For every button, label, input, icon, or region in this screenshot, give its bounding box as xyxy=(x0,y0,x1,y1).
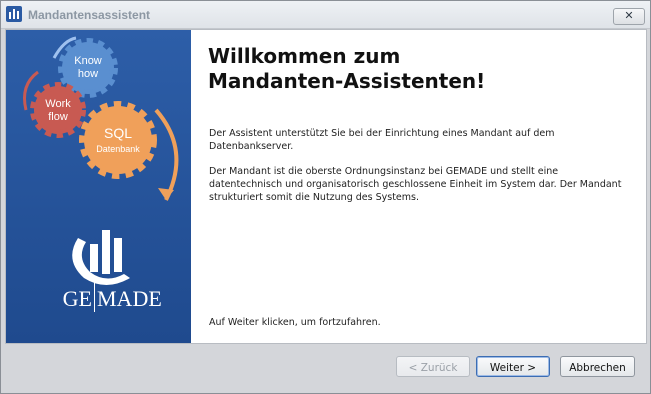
wizard-heading: Willkommen zum Mandanten-Assistenten! xyxy=(208,44,628,94)
app-icon xyxy=(6,6,22,22)
sidebar-banner: Know how Work flow SQL Datenbank GE MADE xyxy=(6,30,191,343)
intro-text: Der Assistent unterstützt Sie bei der Ei… xyxy=(209,128,555,152)
description-text: Der Mandant ist die oberste Ordnungsinst… xyxy=(209,166,622,203)
svg-text:GE: GE xyxy=(63,286,92,311)
title-bar: Mandantensassistent ✕ xyxy=(1,1,650,29)
wizard-content: Know how Work flow SQL Datenbank GE MADE… xyxy=(5,29,647,344)
banner-graphic: Know how Work flow SQL Datenbank GE MADE xyxy=(23,36,179,312)
sql-gear-icon: SQL Datenbank xyxy=(79,101,157,179)
heading-line-2: Mandanten-Assistenten! xyxy=(208,69,486,93)
next-button[interactable]: Weiter > xyxy=(476,356,550,377)
heading-line-1: Willkommen zum xyxy=(208,44,401,68)
svg-text:Work: Work xyxy=(45,98,71,110)
svg-text:flow: flow xyxy=(48,111,68,123)
svg-text:SQL: SQL xyxy=(104,125,132,141)
svg-text:Datenbank: Datenbank xyxy=(96,144,140,154)
back-button[interactable]: < Zurück xyxy=(396,356,470,377)
footer-hint: Auf Weiter klicken, um fortzufahren. xyxy=(209,317,381,328)
workflow-gear-icon: Work flow xyxy=(30,82,86,138)
wizard-main: Willkommen zum Mandanten-Assistenten! De… xyxy=(191,30,646,343)
close-button[interactable]: ✕ xyxy=(613,8,645,25)
button-bar: < Zurück Weiter > Abbrechen xyxy=(5,346,646,390)
arrow-icon xyxy=(154,108,179,201)
svg-text:Know: Know xyxy=(74,55,102,67)
svg-text:MADE: MADE xyxy=(97,286,162,311)
arrow-head-icon xyxy=(158,188,174,200)
gemade-logo: GE MADE xyxy=(63,230,162,312)
close-icon: ✕ xyxy=(624,10,634,22)
wizard-window: Mandantensassistent ✕ Know how Work flow… xyxy=(0,0,651,394)
cancel-button[interactable]: Abbrechen xyxy=(560,356,635,377)
window-title: Mandantensassistent xyxy=(28,8,151,22)
svg-text:how: how xyxy=(78,68,98,80)
